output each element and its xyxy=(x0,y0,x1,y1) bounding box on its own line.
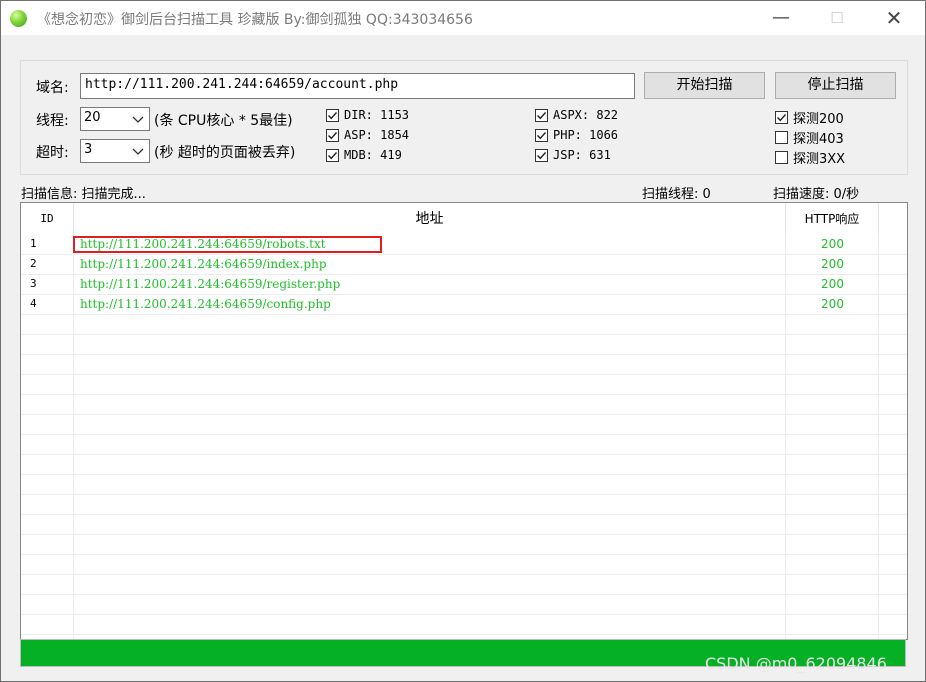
maximize-button[interactable]: ☐ xyxy=(814,5,860,31)
grid-line xyxy=(21,455,907,475)
probe-checkbox[interactable]: 探测403 xyxy=(775,128,844,147)
chevron-down-icon xyxy=(132,148,144,155)
probe-checkbox[interactable]: 探测3XX xyxy=(775,148,845,167)
row-http-code: 200 xyxy=(821,257,844,271)
checkbox-checked-icon[interactable] xyxy=(535,108,548,122)
grid-line xyxy=(21,415,907,435)
timeout-value: 3 xyxy=(84,142,93,157)
column-header-http[interactable]: HTTP响应 xyxy=(786,203,879,235)
grid-line xyxy=(21,575,907,595)
grid-line xyxy=(21,555,907,575)
highlight-box xyxy=(73,236,382,253)
dict-checkbox-label: JSP: 631 xyxy=(553,148,611,162)
grid-line xyxy=(21,595,907,615)
grid-line xyxy=(21,355,907,375)
grid-line xyxy=(21,535,907,555)
grid-line xyxy=(21,615,907,635)
dict-checkbox-label: MDB: 419 xyxy=(344,148,402,162)
checkbox-checked-icon[interactable] xyxy=(775,111,788,124)
dict-checkbox-label: ASP: 1854 xyxy=(344,128,410,142)
app-icon xyxy=(10,10,27,27)
results-header: ID 地址 HTTP响应 xyxy=(21,203,907,235)
grid-line xyxy=(21,515,907,535)
table-row[interactable]: 3 http://111.200.241.244:64659/register.p… xyxy=(21,275,907,295)
row-id: 3 xyxy=(30,277,37,290)
grid-line xyxy=(21,375,907,395)
minimize-button[interactable]: — xyxy=(758,5,804,31)
dict-checkbox-label: ASPX: 822 xyxy=(553,108,619,122)
probe-checkbox-label: 探测200 xyxy=(793,112,844,127)
checkbox-checked-icon[interactable] xyxy=(326,128,339,142)
chevron-down-icon xyxy=(132,116,144,123)
domain-label: 域名: xyxy=(36,80,69,96)
grid-line xyxy=(21,435,907,455)
row-url[interactable]: http://111.200.241.244:64659/config.php xyxy=(80,297,331,311)
dict-checkbox[interactable]: ASP: 1854 xyxy=(326,128,409,142)
threads-hint: (条 CPU核心 * 5最佳) xyxy=(154,113,293,129)
close-button[interactable]: ✕ xyxy=(871,5,917,31)
row-id: 4 xyxy=(30,297,37,310)
threads-select[interactable]: 20 xyxy=(80,107,150,131)
watermark: CSDN @m0_62094846 xyxy=(705,654,887,673)
dict-checkbox[interactable]: ASPX: 822 xyxy=(535,108,618,122)
scan-speed-text: 扫描速度: 0/秒 xyxy=(773,187,860,202)
row-url[interactable]: http://111.200.241.244:64659/index.php xyxy=(80,257,327,271)
probe-checkbox[interactable]: 探测200 xyxy=(775,108,844,127)
dict-checkbox-label: PHP: 1066 xyxy=(553,128,619,142)
grid-line xyxy=(21,495,907,515)
timeout-hint: (秒 超时的页面被丢弃) xyxy=(154,145,296,161)
threads-label: 线程: xyxy=(36,113,69,129)
dict-checkbox[interactable]: PHP: 1066 xyxy=(535,128,618,142)
grid-line xyxy=(21,395,907,415)
table-row[interactable]: 2 http://111.200.241.244:64659/index.php 2… xyxy=(21,255,907,275)
title-bar[interactable]: 《想念初恋》御剑后台扫描工具 珍藏版 By:御剑孤独 QQ:343034656 … xyxy=(1,1,925,35)
scan-threads-text: 扫描线程: 0 xyxy=(642,187,711,202)
checkbox-checked-icon[interactable] xyxy=(535,128,548,142)
row-http-code: 200 xyxy=(821,277,844,291)
dict-checkbox-label: DIR: 1153 xyxy=(344,108,410,122)
row-id: 2 xyxy=(30,257,37,270)
checkbox-empty-icon[interactable] xyxy=(775,151,788,164)
timeout-label: 超时: xyxy=(36,145,69,161)
probe-checkbox-label: 探测3XX xyxy=(793,152,846,167)
threads-value: 20 xyxy=(84,110,101,125)
checkbox-checked-icon[interactable] xyxy=(326,148,339,162)
scan-info-text: 扫描信息: 扫描完成... xyxy=(21,187,146,202)
row-id: 1 xyxy=(30,237,37,250)
column-header-id[interactable]: ID xyxy=(21,203,74,235)
row-url[interactable]: http://111.200.241.244:64659/register.ph… xyxy=(80,277,340,291)
checkbox-empty-icon[interactable] xyxy=(775,131,788,144)
dict-checkbox[interactable]: JSP: 631 xyxy=(535,148,611,162)
window-title: 《想念初恋》御剑后台扫描工具 珍藏版 By:御剑孤独 QQ:343034656 xyxy=(37,12,473,28)
probe-checkbox-label: 探测403 xyxy=(793,132,844,147)
app-window: 《想念初恋》御剑后台扫描工具 珍藏版 By:御剑孤独 QQ:343034656 … xyxy=(0,0,926,682)
column-header-address[interactable]: 地址 xyxy=(74,203,786,235)
table-row[interactable]: 4 http://111.200.241.244:64659/config.php… xyxy=(21,295,907,315)
dict-checkbox[interactable]: MDB: 419 xyxy=(326,148,402,162)
row-http-code: 200 xyxy=(821,237,844,251)
grid-line xyxy=(21,315,907,335)
row-http-code: 200 xyxy=(821,297,844,311)
dict-checkbox[interactable]: DIR: 1153 xyxy=(326,108,409,122)
stop-scan-button[interactable]: 停止扫描 xyxy=(775,72,896,99)
grid-line xyxy=(21,475,907,495)
domain-input[interactable]: http://111.200.241.244:64659/account.php xyxy=(80,73,635,99)
grid-line xyxy=(21,335,907,355)
start-scan-button[interactable]: 开始扫描 xyxy=(644,72,765,99)
results-list[interactable]: ID 地址 HTTP响应 1 http://111.200.241.244:646… xyxy=(20,202,908,640)
checkbox-checked-icon[interactable] xyxy=(535,148,548,162)
checkbox-checked-icon[interactable] xyxy=(326,108,339,122)
timeout-select[interactable]: 3 xyxy=(80,139,150,163)
